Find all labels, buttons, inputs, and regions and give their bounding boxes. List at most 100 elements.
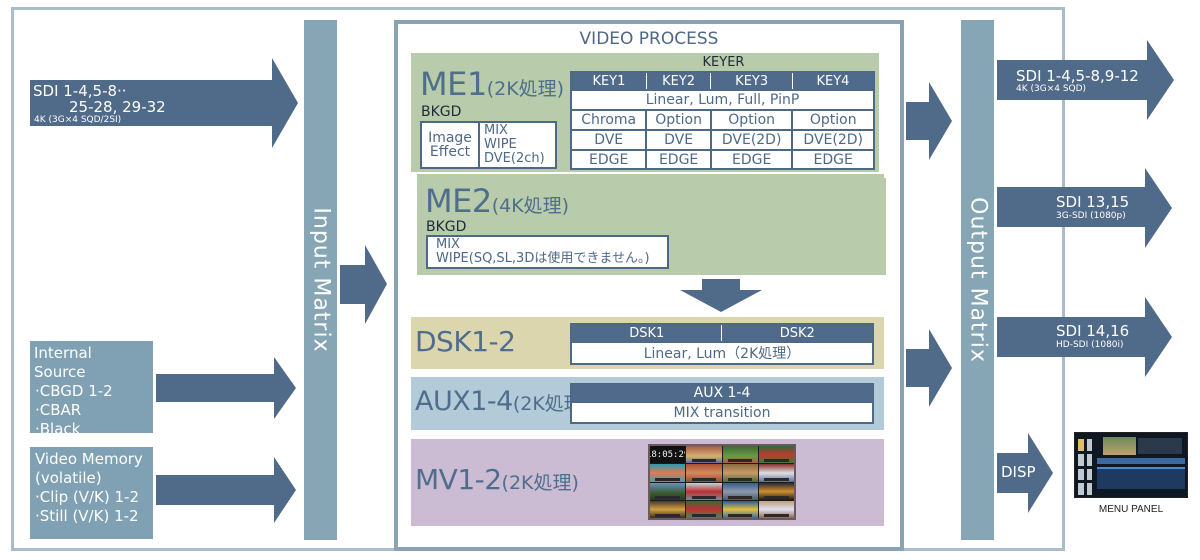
me1-bkgd-effect-line: Image [428,130,472,146]
keyer-cell: EDGE [709,149,794,170]
aux-title: AUX1-4(2K処理) [415,386,590,417]
me1-title: ME1(2K処理) [420,65,564,103]
mv-tile [650,464,686,482]
sdi-input-format: 4K (3G×4 SQD/2SI) [34,115,122,125]
dsk-table: DSK1 DSK2 Linear, Lum（2K処理） [570,323,875,365]
video-process-title: VIDEO PROCESS [579,29,719,49]
dsk-title: DSK1-2 [415,325,516,358]
me1-bkgd-transition: WIPE [484,137,517,152]
mv-name: MV1-2 [415,463,502,496]
me1-bkgd-label: BKGD [421,104,462,120]
arrow-right-icon [906,329,952,407]
output-subtitle: 3G-SDI (1080p) [1056,211,1126,221]
keyer-cell: Option [791,109,875,131]
output-title: SDI 14,16 [1056,322,1130,340]
arrow-right-icon [156,457,296,523]
keyer-cell: Chroma [569,109,648,131]
me2-title: ME2(4K処理) [425,182,569,220]
aux-header: AUX 1-4 [570,383,874,403]
mv-tile [758,446,794,464]
process-to-output-arrow-top [906,82,952,160]
keyer-header: KEY4 [791,71,875,91]
internal-source-arrow [156,357,296,419]
me2-bkgd-box: MIX WIPE(SQ,SL,3Dは使用できません。) [426,235,669,269]
dsk-row: Linear, Lum（2K処理） [570,341,874,365]
keyer-header: KEY1 [569,71,647,91]
keyer-header: KEY2 [645,71,712,91]
mv-clock-tile: 18:05:29 [650,446,686,464]
video-memory-title: Video Memory [35,450,143,468]
output-subtitle: HD-SDI (1080i) [1056,340,1124,350]
menu-panel-toolbar [1097,458,1185,464]
me1-bkgd-effect-line: Effect [429,144,471,160]
mv-tile [686,446,722,464]
me1-name: ME1 [420,65,487,103]
menu-panel-buttons [1097,467,1185,489]
video-memory-item: ·Clip (V/K) 1-2 [35,488,139,506]
keyer-cell: EDGE [791,149,875,170]
mv-tile [758,464,794,482]
internal-source-title: Internal Source [34,344,92,381]
output-title: SDI 1-4,5-8,9-12 [1016,67,1139,85]
keyer-common-row: Linear, Lum, Full, PinP [570,89,875,111]
mv-tile [758,482,794,500]
menu-panel-sidebar [1078,439,1092,495]
mv-tile [686,464,722,482]
dsk-header: DSK1 [570,323,723,343]
sdi-input-line2: 25-28, 29-32 [69,98,166,116]
video-memory-subtitle: (volatile) [35,469,102,487]
me1-bkgd-box: Image Effect MIX WIPE DVE(2ch) [420,121,557,169]
me2-bkgd-line: MIX [436,237,460,252]
dsk-header-row: DSK1 DSK2 [570,323,875,343]
internal-source-box: Internal Source ·CBGD 1-2 ·CBAR ·Black [30,341,153,438]
input-matrix-label: Input Matrix [308,207,333,353]
keyer-cell: DVE [569,129,648,151]
keyer-row: EDGE EDGE EDGE EDGE [569,149,875,170]
internal-source-item: ·CBAR [35,401,82,419]
dsk-cell: Linear, Lum（2K処理） [570,341,874,365]
output-arrow-sdi-4k: SDI 1-4,5-8,9-12 4K (3G×4 SQD) [997,40,1174,120]
arrow-right-icon [906,82,952,160]
output-subtitle: 4K (3G×4 SQD) [1016,84,1087,94]
me1-bkgd-effect: Image Effect [422,123,480,167]
arrow-right-icon [340,245,387,324]
keyer-cell: Option [645,109,712,131]
output-matrix-bar: Output Matrix [961,20,994,540]
mv-title: MV1-2(2K処理) [415,463,579,496]
keyer-title: KEYER [702,55,745,70]
output-title: SDI 13,15 [1056,193,1130,211]
internal-source-item: ·Black [35,420,81,438]
output-arrow-sdi-3g: SDI 13,15 3G-SDI (1080p) [997,168,1172,248]
keyer-table: KEY1 KEY2 KEY3 KEY4 Linear, Lum, Full, P… [569,71,875,170]
video-memory-arrow [156,457,296,523]
menu-panel-caption: MENU PANEL [1098,504,1164,515]
aux-cell: MIX transition [570,401,874,424]
keyer-cell: DVE [645,129,712,151]
mv-tile [686,482,722,500]
keyer-common-cell: Linear, Lum, Full, PinP [570,89,875,111]
menu-panel-preview [1103,437,1136,455]
output-arrow-disp: DISP [997,433,1053,513]
me1-bkgd-transition: MIX [484,123,508,138]
mv-tile [722,482,758,500]
keyer-row: Chroma Option Option Option [569,109,875,131]
me-to-dsk-arrow [680,279,762,312]
mv-clock: 18:05:29 [650,449,685,460]
mv-tile [650,500,686,518]
me1-suffix: (2K処理) [486,78,565,100]
me2-name: ME2 [425,182,492,220]
keyer-cell: DVE(2D) [791,129,875,151]
keyer-cell: EDGE [645,149,712,170]
mv-tile [722,464,758,482]
keyer-cell: Option [709,109,794,131]
output-title: DISP [1001,463,1036,481]
keyer-cell: DVE(2D) [709,129,794,151]
me1-bkgd-transitions: MIX WIPE DVE(2ch) [480,123,555,167]
matrix-to-process-arrow [340,245,387,324]
keyer-header: KEY3 [710,71,793,91]
internal-source-item: ·CBGD 1-2 [35,382,113,400]
arrow-right-icon [156,357,296,419]
mv-tile [758,500,794,518]
me2-bkgd-line: WIPE(SQ,SL,3Dは使用できません。) [436,251,650,266]
video-memory-item: ·Still (V/K) 1-2 [35,507,139,525]
